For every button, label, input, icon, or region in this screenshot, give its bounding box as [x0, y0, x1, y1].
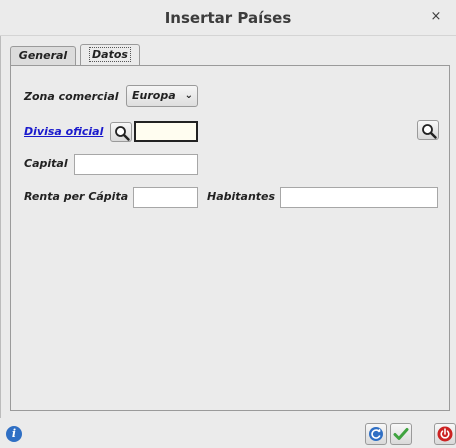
- chevron-down-icon: ⌄: [184, 90, 193, 101]
- zona-comercial-label: Zona comercial: [24, 90, 119, 103]
- renta-input[interactable]: [133, 187, 198, 208]
- status-bar: i: [0, 418, 456, 448]
- tab-general[interactable]: General: [10, 46, 76, 66]
- power-icon: [437, 426, 453, 442]
- divisa-oficial-input[interactable]: [134, 121, 198, 142]
- zona-comercial-select[interactable]: Europa ⌄: [126, 85, 198, 107]
- divisa-oficial-link[interactable]: Divisa oficial: [24, 125, 103, 138]
- divisa-search-button[interactable]: [110, 122, 132, 142]
- habitantes-label: Habitantes: [207, 190, 276, 203]
- info-icon[interactable]: i: [6, 426, 22, 442]
- refresh-icon: [369, 427, 383, 441]
- exit-button[interactable]: [434, 423, 456, 445]
- search-icon: [115, 126, 130, 141]
- zona-comercial-value: Europa: [132, 89, 176, 102]
- tab-general-label: General: [18, 49, 68, 62]
- window-title: Insertar Países: [164, 9, 292, 27]
- title-bar: Insertar Países ×: [0, 0, 456, 36]
- refresh-button[interactable]: [365, 423, 387, 445]
- window-edge: [0, 36, 1, 418]
- close-button[interactable]: ×: [426, 7, 446, 27]
- tab-datos[interactable]: Datos: [80, 44, 140, 67]
- datos-panel: Zona comercial Europa ⌄ Divisa oficial C…: [10, 65, 450, 411]
- search-icon: [422, 124, 437, 139]
- capital-label: Capital: [24, 157, 68, 170]
- capital-input[interactable]: [74, 154, 198, 175]
- global-search-button[interactable]: [417, 120, 439, 140]
- accept-button[interactable]: [390, 423, 412, 445]
- check-icon: [393, 428, 409, 440]
- renta-label: Renta per Cápita: [24, 190, 129, 203]
- tab-datos-label: Datos: [89, 47, 131, 62]
- habitantes-input[interactable]: [280, 187, 438, 208]
